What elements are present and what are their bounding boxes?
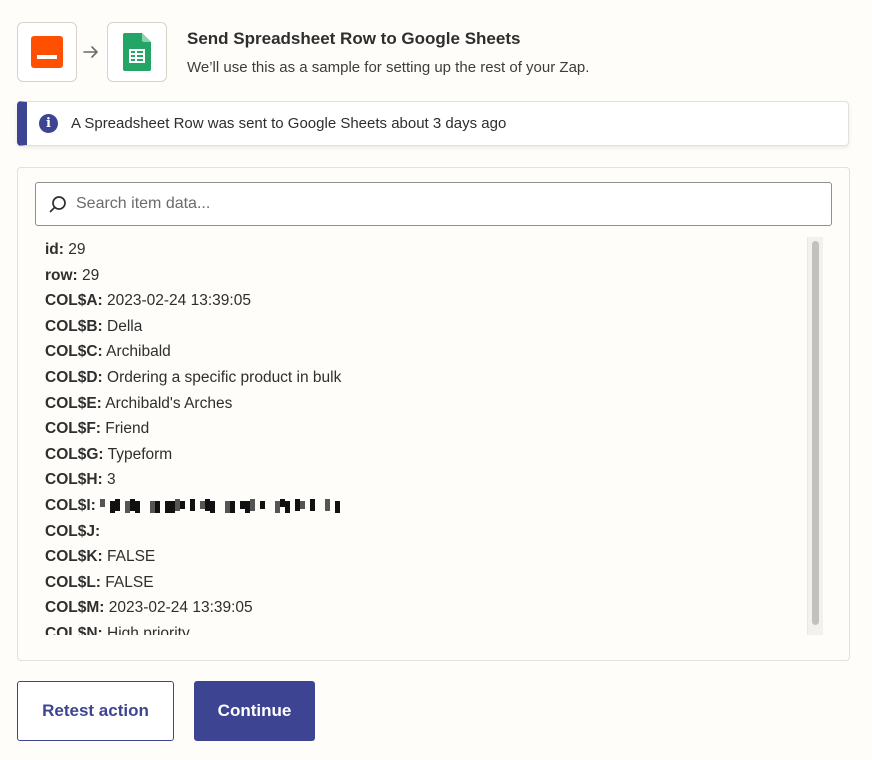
field-row: COL$I: [45, 493, 805, 519]
field-value: Archibald [106, 343, 171, 361]
arrow-right-icon [83, 46, 98, 58]
retest-action-button[interactable]: Retest action [17, 681, 174, 741]
field-row: COL$D: Ordering a specific product in bu… [45, 365, 805, 391]
field-value: 3 [107, 471, 116, 489]
info-icon: i [39, 114, 58, 133]
search-box[interactable] [35, 182, 832, 226]
field-key: row: [45, 266, 78, 284]
field-key: COL$M: [45, 599, 105, 617]
field-value: Friend [105, 420, 150, 438]
field-row: COL$G: Typeform [45, 442, 805, 468]
field-value: FALSE [107, 548, 156, 566]
field-key: COL$I: [45, 496, 96, 514]
field-row: id: 29 [45, 237, 805, 263]
field-row: COL$N: High priority [45, 621, 805, 635]
step-title: Send Spreadsheet Row to Google Sheets [187, 29, 521, 48]
trigger-app-tile [17, 22, 77, 82]
field-key: COL$K: [45, 548, 103, 566]
field-row: COL$L: FALSE [45, 570, 805, 596]
field-key: COL$C: [45, 343, 103, 361]
field-key: COL$A: [45, 292, 103, 310]
search-icon [49, 196, 66, 213]
field-key: id: [45, 241, 64, 258]
search-input[interactable] [76, 195, 816, 213]
field-key: COL$N: [45, 624, 103, 635]
field-row: COL$E: Archibald's Arches [45, 391, 805, 417]
field-key: COL$F: [45, 420, 101, 438]
field-row: COL$K: FALSE [45, 544, 805, 570]
google-sheets-icon [123, 33, 151, 71]
field-row: COL$C: Archibald [45, 339, 805, 365]
field-row: COL$H: 3 [45, 467, 805, 493]
orange-app-icon [31, 36, 63, 68]
field-value: Ordering a specific product in bulk [107, 368, 342, 386]
test-result-alert: i A Spreadsheet Row was sent to Google S… [17, 101, 849, 146]
step-header: Send Spreadsheet Row to Google Sheets We… [17, 22, 857, 82]
field-value: FALSE [105, 573, 154, 591]
field-row: COL$F: Friend [45, 416, 805, 442]
field-row: row: 29 [45, 263, 805, 289]
field-value: High priority [107, 624, 190, 635]
redacted-value [100, 498, 341, 513]
field-value: 2023-02-24 13:39:05 [107, 292, 251, 310]
field-key: COL$B: [45, 317, 103, 335]
field-key: COL$G: [45, 445, 104, 463]
field-key: COL$D: [45, 368, 103, 386]
field-key: COL$J: [45, 522, 101, 540]
field-row: COL$B: Della [45, 314, 805, 340]
field-row: COL$M: 2023-02-24 13:39:05 [45, 595, 805, 621]
field-value: Della [107, 317, 143, 335]
alert-text: A Spreadsheet Row was sent to Google She… [71, 115, 507, 132]
action-app-tile [107, 22, 167, 82]
field-value: Archibald's Arches [105, 394, 233, 412]
scrollbar[interactable] [807, 237, 823, 635]
step-subtitle: We’ll use this as a sample for setting u… [187, 59, 590, 76]
item-data-panel: id: 29row: 29COL$A: 2023-02-24 13:39:05C… [17, 167, 850, 661]
field-value: 29 [68, 241, 86, 258]
field-key: COL$H: [45, 471, 103, 489]
item-data-list: id: 29 row: 29 COL$A: 2023-02-24 13:39:05 C… [45, 237, 805, 635]
field-key: COL$L: [45, 573, 101, 591]
field-key: COL$E: [45, 394, 102, 412]
field-row: COL$J: [45, 519, 805, 545]
field-value: 29 [82, 266, 100, 284]
scrollbar-thumb[interactable] [812, 241, 819, 625]
field-value: Typeform [107, 445, 173, 463]
field-row: COL$A: 2023-02-24 13:39:05 [45, 288, 805, 314]
continue-button[interactable]: Continue [194, 681, 315, 741]
field-value: 2023-02-24 13:39:05 [108, 599, 253, 617]
